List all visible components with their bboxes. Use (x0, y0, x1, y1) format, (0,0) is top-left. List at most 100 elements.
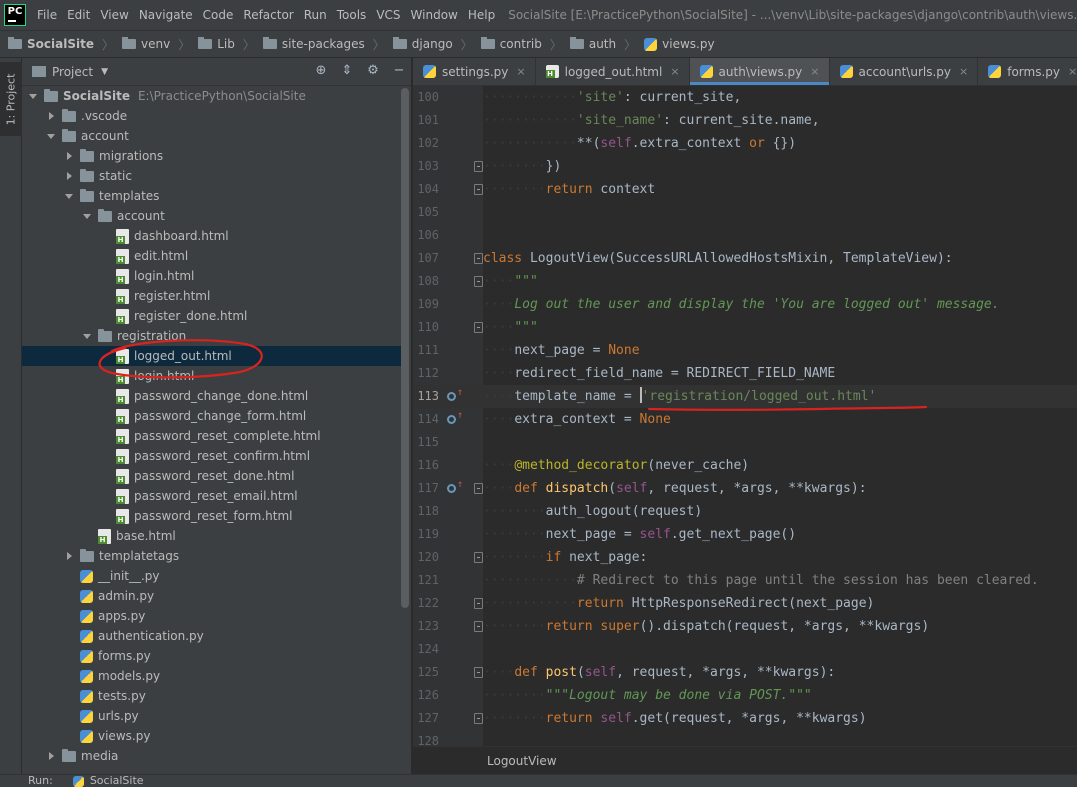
tree-item-media[interactable]: media (22, 746, 402, 766)
expand-arrow-icon[interactable] (82, 211, 92, 221)
collapse-arrow-icon[interactable] (46, 111, 56, 121)
tree-item-migrations[interactable]: migrations (22, 146, 402, 166)
tree-item-templatetags[interactable]: templatetags (22, 546, 402, 566)
collapse-arrow-icon[interactable] (64, 551, 74, 561)
tree-item-templates[interactable]: templates (22, 186, 402, 206)
close-icon[interactable]: × (670, 65, 679, 78)
tree-item-password-change-done-html[interactable]: password_change_done.html (22, 386, 402, 406)
expand-arrow-icon[interactable] (82, 331, 92, 341)
tree-item-password-reset-form-html[interactable]: password_reset_form.html (22, 506, 402, 526)
override-marker-icon[interactable] (447, 484, 456, 493)
menu-item-view[interactable]: View (95, 8, 133, 22)
tree-item-password-reset-done-html[interactable]: password_reset_done.html (22, 466, 402, 486)
tree-item-password-reset-email-html[interactable]: password_reset_email.html (22, 486, 402, 506)
tree-item-forms-py[interactable]: forms.py (22, 646, 402, 666)
expand-arrow-icon[interactable] (28, 91, 38, 101)
editor-tab-settings-py[interactable]: settings.py × (413, 58, 536, 85)
breadcrumb-item[interactable]: auth 〉 (569, 36, 644, 53)
breadcrumb-item[interactable]: views.py (644, 37, 715, 51)
tree-item-authentication-py[interactable]: authentication.py (22, 626, 402, 646)
tree-item-vscode[interactable]: .vscode (22, 106, 402, 126)
fold-marker-icon[interactable] (474, 276, 483, 287)
tree-item-account[interactable]: account (22, 126, 402, 146)
tree-item-socialsite[interactable]: SocialSite E:\PracticePython\SocialSite (22, 86, 402, 106)
editor-tab-forms-py[interactable]: forms.py × (978, 58, 1077, 85)
menu-item-window[interactable]: Window (406, 8, 463, 22)
project-panel-header[interactable]: Project ▼ ⊕ ⇕ ⚙ − (22, 58, 411, 86)
arrow-up-icon: ↑ (457, 387, 464, 398)
override-marker-icon[interactable] (447, 415, 456, 424)
collapse-icon[interactable]: ⇕ (339, 63, 355, 79)
tree-item-registration[interactable]: registration (22, 326, 402, 346)
menu-item-run[interactable]: Run (299, 8, 332, 22)
hide-icon[interactable]: − (391, 63, 407, 79)
collapse-arrow-icon[interactable] (64, 151, 74, 161)
fold-marker-icon[interactable] (474, 483, 483, 494)
code-area[interactable]: 100 ············'site': current_site, 101 ·… (413, 86, 1077, 748)
fold-marker-icon[interactable] (474, 598, 483, 609)
run-tab-label[interactable]: Run: (28, 775, 53, 787)
tree-item-edit-html[interactable]: edit.html (22, 246, 402, 266)
tree-item-apps-py[interactable]: apps.py (22, 606, 402, 626)
fold-marker-icon[interactable] (474, 161, 483, 172)
tree-item-account[interactable]: account (22, 206, 402, 226)
collapse-arrow-icon[interactable] (64, 171, 74, 181)
tree-item-static[interactable]: static (22, 166, 402, 186)
gear-icon[interactable]: ⚙ (365, 63, 381, 79)
tree-item-dashboard-html[interactable]: dashboard.html (22, 226, 402, 246)
fold-marker-icon[interactable] (474, 667, 483, 678)
chevron-down-icon[interactable]: ▼ (101, 67, 108, 77)
tree-item-base-html[interactable]: base.html (22, 526, 402, 546)
breadcrumb-item[interactable]: venv 〉 (121, 36, 198, 53)
tree-item-admin-py[interactable]: admin.py (22, 586, 402, 606)
tree-item-init-py[interactable]: __init__.py (22, 566, 402, 586)
fold-marker-icon[interactable] (474, 253, 483, 264)
breadcrumb-item[interactable]: Lib 〉 (198, 36, 263, 53)
tree-item-register-done-html[interactable]: register_done.html (22, 306, 402, 326)
breadcrumb-item[interactable]: site-packages 〉 (262, 36, 393, 53)
breadcrumb-item[interactable]: contrib 〉 (480, 36, 570, 53)
tree-item-password-reset-confirm-html[interactable]: password_reset_confirm.html (22, 446, 402, 466)
close-icon[interactable]: × (1068, 65, 1077, 78)
editor-tab-logged-out-html[interactable]: logged_out.html × (536, 58, 690, 85)
tree-item-register-html[interactable]: register.html (22, 286, 402, 306)
tree-item-tests-py[interactable]: tests.py (22, 686, 402, 706)
close-icon[interactable]: × (810, 65, 819, 78)
structure-breadcrumb[interactable]: LogoutView (413, 746, 1077, 774)
target-icon[interactable]: ⊕ (313, 63, 329, 79)
menu-item-refactor[interactable]: Refactor (238, 8, 298, 22)
fold-marker-icon[interactable] (474, 621, 483, 632)
menu-item-help[interactable]: Help (463, 8, 500, 22)
menu-item-file[interactable]: File (32, 8, 62, 22)
fold-marker-icon[interactable] (474, 713, 483, 724)
tree-item-login-html[interactable]: login.html (22, 366, 402, 386)
close-icon[interactable]: × (959, 65, 968, 78)
expand-arrow-icon[interactable] (46, 131, 56, 141)
menu-item-tools[interactable]: Tools (332, 8, 372, 22)
menu-item-vcs[interactable]: VCS (371, 8, 405, 22)
project-tool-tab[interactable]: 1: Project (0, 62, 22, 136)
menu-item-code[interactable]: Code (198, 8, 239, 22)
tree-item-password-change-form-html[interactable]: password_change_form.html (22, 406, 402, 426)
breadcrumb-item[interactable]: django 〉 (392, 36, 481, 53)
run-config-tab[interactable]: SocialSite (72, 775, 144, 787)
fold-marker-icon[interactable] (474, 552, 483, 563)
tree-item-password-reset-complete-html[interactable]: password_reset_complete.html (22, 426, 402, 446)
project-tree-scrollbar[interactable] (401, 88, 409, 608)
expand-arrow-icon[interactable] (64, 191, 74, 201)
tree-item-views-py[interactable]: views.py (22, 726, 402, 746)
override-marker-icon[interactable] (447, 392, 456, 401)
tree-item-logged-out-html[interactable]: logged_out.html (22, 346, 402, 366)
close-icon[interactable]: × (516, 65, 525, 78)
fold-marker-icon[interactable] (474, 322, 483, 333)
editor-tab-auth-views-py[interactable]: auth\views.py × (689, 58, 830, 85)
menu-item-edit[interactable]: Edit (62, 8, 95, 22)
breadcrumb-item[interactable]: SocialSite 〉 (8, 36, 122, 53)
tree-item-login-html[interactable]: login.html (22, 266, 402, 286)
menu-item-navigate[interactable]: Navigate (134, 8, 198, 22)
collapse-arrow-icon[interactable] (46, 751, 56, 761)
editor-tab-account-urls-py[interactable]: account\urls.py × (830, 58, 979, 85)
tree-item-models-py[interactable]: models.py (22, 666, 402, 686)
fold-marker-icon[interactable] (474, 184, 483, 195)
tree-item-urls-py[interactable]: urls.py (22, 706, 402, 726)
